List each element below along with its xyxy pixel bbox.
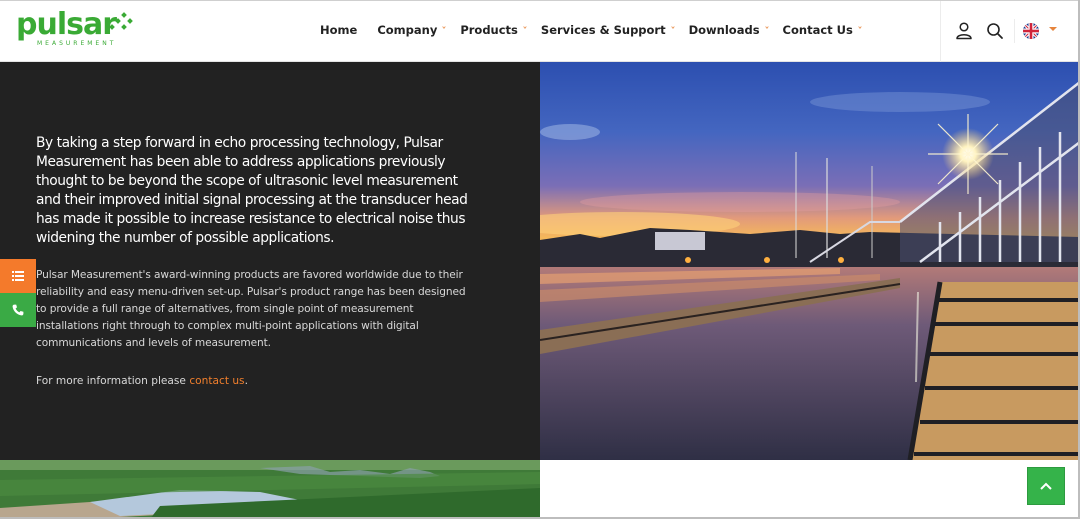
nav-label: Products	[460, 23, 518, 37]
more-info-prefix: For more information please	[36, 375, 190, 387]
bottom-section	[540, 460, 1080, 519]
chevron-down-icon: ˅	[857, 25, 863, 35]
nav-company[interactable]: Company ˅	[377, 23, 447, 37]
logo-tagline: MEASUREMENT	[37, 40, 117, 47]
side-menu-button[interactable]	[0, 259, 36, 293]
language-selector[interactable]	[1023, 21, 1059, 41]
forest-image	[0, 460, 540, 519]
list-icon	[12, 271, 24, 281]
logo-dots-icon	[108, 12, 136, 30]
header-divider	[1014, 19, 1015, 43]
chevron-down-icon: ˅	[670, 25, 676, 35]
contact-us-link[interactable]: contact us	[189, 375, 244, 387]
chevron-down-icon: ˅	[763, 25, 770, 35]
more-info-text: For more information please contact us.	[36, 373, 248, 390]
more-info-suffix: .	[244, 375, 248, 387]
pulsar-logo[interactable]: pulsar MEASUREMENT	[16, 7, 141, 53]
back-to-top-button[interactable]	[1027, 467, 1065, 505]
search-button[interactable]	[985, 21, 1005, 41]
nav-label: Services & Support	[540, 23, 666, 37]
site-header: pulsar MEASUREMENT Home Company ˅ Produc…	[0, 0, 1080, 62]
chevron-down-icon: ˅	[441, 25, 447, 35]
nav-services-support[interactable]: Services & Support ˅	[541, 23, 675, 37]
phone-icon	[12, 304, 24, 316]
header-tools	[940, 1, 1080, 62]
chevron-down-icon: ˅	[522, 25, 528, 35]
intro-body-text: Pulsar Measurement's award-winning produ…	[36, 269, 466, 349]
intro-panel: By taking a step forward in echo process…	[0, 62, 540, 460]
nav-label: Company	[377, 23, 438, 37]
nav-contact-us[interactable]: Contact Us ˅	[782, 23, 863, 37]
uk-flag-icon	[1023, 23, 1039, 39]
main-nav: Home Company ˅ Products ˅ Services & Sup…	[320, 23, 876, 37]
caret-down-icon	[1049, 27, 1057, 31]
nav-label: Downloads	[688, 23, 760, 37]
nav-label: Contact Us	[782, 23, 853, 37]
account-button[interactable]	[954, 21, 974, 41]
hero-image	[540, 62, 1080, 460]
chevron-up-icon	[1040, 482, 1052, 490]
nav-label: Home	[320, 23, 358, 37]
logo-wordmark: pulsar	[16, 7, 117, 42]
side-phone-button[interactable]	[0, 293, 36, 327]
intro-lead-text: By taking a step forward in echo process…	[36, 135, 468, 246]
nav-home[interactable]: Home	[320, 23, 357, 37]
user-icon	[956, 22, 972, 40]
nav-downloads[interactable]: Downloads ˅	[688, 23, 770, 37]
nav-products[interactable]: Products ˅	[460, 23, 527, 37]
search-icon	[987, 23, 1003, 39]
